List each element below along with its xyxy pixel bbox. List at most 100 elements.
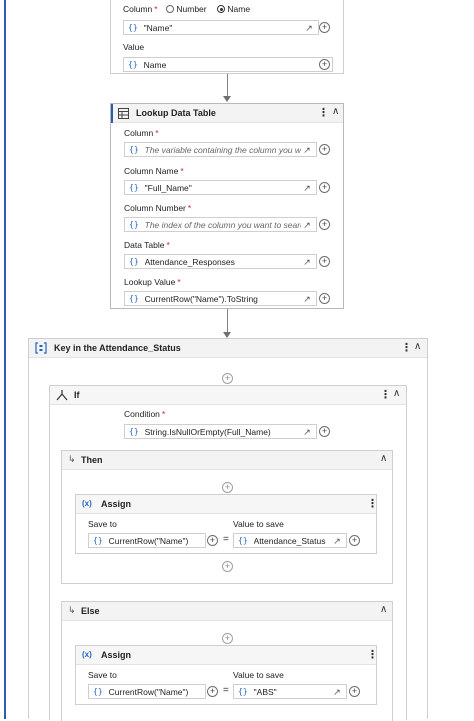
lookup-data-table-card[interactable]: Lookup Data Table ⋮ ∧ Column * {} The var…: [110, 103, 344, 309]
expand-editor-icon[interactable]: ↗: [301, 219, 313, 231]
data-table-field[interactable]: {} Attendance_Responses ↗: [124, 254, 317, 269]
connector-line: [227, 74, 228, 96]
column-number-field[interactable]: {} The index of the column you want to s…: [124, 217, 317, 232]
assign-title: Assign: [101, 499, 132, 509]
collapse-icon[interactable]: ∧: [414, 342, 421, 352]
value-to-save-label: Value to save: [233, 670, 284, 680]
more-options-icon[interactable]: ⋮: [367, 499, 378, 510]
radio-number-icon[interactable]: [166, 5, 174, 13]
expression-icon: {}: [93, 536, 103, 545]
expand-editor-icon[interactable]: ↗: [301, 256, 313, 268]
expand-editor-icon[interactable]: ↗: [301, 426, 313, 438]
add-activity-icon[interactable]: +: [222, 373, 233, 384]
left-rail: [4, 0, 6, 719]
column-field[interactable]: {} "Name" ↗: [123, 20, 319, 35]
save-to-field[interactable]: {} CurrentRow("Name"): [88, 684, 206, 699]
condition-field[interactable]: {} String.IsNullOrEmpty(Full_Name) ↗: [124, 424, 317, 439]
expand-editor-icon[interactable]: ↗: [301, 144, 313, 156]
connector-arrow-icon: [223, 96, 231, 102]
assign-title: Assign: [101, 650, 132, 660]
more-options-icon[interactable]: ⋮: [380, 390, 391, 401]
add-variable-icon[interactable]: +: [319, 293, 330, 304]
expand-editor-icon[interactable]: ↗: [331, 535, 343, 547]
expand-editor-icon[interactable]: ↗: [301, 182, 313, 194]
add-variable-icon[interactable]: +: [319, 59, 330, 70]
then-title: Then: [81, 455, 103, 465]
sequence-icon: [35, 342, 47, 354]
add-variable-icon[interactable]: +: [349, 535, 360, 546]
radio-number[interactable]: Number: [166, 4, 207, 14]
save-to-label: Save to: [88, 519, 117, 529]
more-options-icon[interactable]: ⋮: [367, 650, 378, 661]
assign-header[interactable]: (x) Assign ⋮: [76, 646, 378, 665]
expression-icon: {}: [238, 687, 248, 696]
collapse-icon[interactable]: ∧: [380, 605, 387, 615]
add-variable-icon[interactable]: +: [319, 426, 330, 437]
assign-variable-icon: (x): [82, 650, 92, 659]
assign-card[interactable]: (x) Assign ⋮ Save to Value to save {} Cu…: [75, 645, 378, 705]
if-card[interactable]: If ⋮ ∧ Condition * {} String.IsNullOrEmpt…: [49, 385, 407, 721]
add-activity-icon[interactable]: +: [222, 561, 233, 572]
expand-editor-icon[interactable]: ↗: [303, 22, 315, 34]
assign-variable-icon: (x): [82, 499, 92, 508]
else-header[interactable]: ↳ Else ∧: [62, 602, 392, 621]
lookup-value-field[interactable]: {} CurrentRow("Name").ToString ↗: [124, 291, 317, 306]
add-activity-icon[interactable]: +: [222, 482, 233, 493]
assign-header[interactable]: (x) Assign ⋮: [76, 495, 378, 514]
collapse-icon[interactable]: ∧: [380, 454, 387, 464]
expression-icon: {}: [129, 183, 139, 192]
value-to-save-field[interactable]: {} "ABS" ↗: [233, 684, 347, 699]
collapse-icon[interactable]: ∧: [393, 389, 400, 399]
add-variable-icon[interactable]: +: [319, 22, 330, 33]
expression-icon: {}: [238, 536, 248, 545]
else-branch[interactable]: ↳ Else ∧ + (x) Assign ⋮ Save to Value to…: [61, 601, 393, 721]
expression-icon: {}: [128, 60, 138, 69]
then-branch[interactable]: ↳ Then ∧ + (x) Assign ⋮ Save to Value to…: [61, 450, 393, 584]
expression-icon: {}: [129, 220, 139, 229]
expression-icon: {}: [129, 257, 139, 266]
collapse-icon[interactable]: ∧: [332, 107, 339, 117]
column-label: Column *: [123, 4, 158, 14]
more-options-icon[interactable]: ⋮: [401, 343, 412, 354]
add-variable-icon[interactable]: +: [349, 686, 360, 697]
more-options-icon[interactable]: ⋮: [318, 108, 329, 119]
column-field[interactable]: {} The variable containing the column yo…: [124, 142, 317, 157]
top-assign-card[interactable]: Column * Number Name {} "Name" ↗ + Value …: [110, 0, 344, 74]
add-variable-icon[interactable]: +: [207, 535, 218, 546]
save-to-field[interactable]: {} CurrentRow("Name"): [88, 533, 206, 548]
column-name-label: Column Name *: [124, 166, 184, 176]
sequence-header[interactable]: Key in the Attendance_Status ⋮ ∧: [29, 339, 427, 358]
expand-editor-icon[interactable]: ↗: [301, 293, 313, 305]
sequence-card[interactable]: Key in the Attendance_Status ⋮ ∧ + If ⋮ …: [28, 338, 428, 721]
radio-name-selected-icon[interactable]: [217, 5, 225, 13]
else-title: Else: [81, 606, 100, 616]
radio-name[interactable]: Name: [217, 4, 250, 14]
value-to-save-field[interactable]: {} Attendance_Status ↗: [233, 533, 347, 548]
add-activity-icon[interactable]: +: [222, 633, 233, 644]
column-name-field[interactable]: {} "Full_Name" ↗: [124, 180, 317, 195]
column-number-label: Column Number *: [124, 203, 192, 213]
add-variable-icon[interactable]: +: [207, 686, 218, 697]
then-header[interactable]: ↳ Then ∧: [62, 451, 392, 470]
sequence-title: Key in the Attendance_Status: [54, 343, 181, 353]
assign-card[interactable]: (x) Assign ⋮ Save to Value to save {} Cu…: [75, 494, 378, 554]
add-variable-icon[interactable]: +: [319, 256, 330, 267]
selection-accent: [111, 104, 113, 123]
if-header[interactable]: If ⋮ ∧: [50, 386, 406, 405]
lookup-title: Lookup Data Table: [136, 108, 216, 118]
expression-icon: {}: [129, 427, 139, 436]
lookup-header[interactable]: Lookup Data Table ⋮ ∧: [111, 104, 343, 123]
add-variable-icon[interactable]: +: [319, 219, 330, 230]
if-branch-icon: [56, 390, 68, 401]
equals-sign: =: [223, 534, 229, 545]
expression-icon: {}: [129, 294, 139, 303]
add-variable-icon[interactable]: +: [319, 182, 330, 193]
lookup-value-label: Lookup Value *: [124, 277, 181, 287]
data-table-label: Data Table *: [124, 240, 170, 250]
expand-editor-icon[interactable]: ↗: [331, 686, 343, 698]
connector-line: [227, 309, 228, 332]
save-to-label: Save to: [88, 670, 117, 680]
value-field[interactable]: {} Name: [123, 57, 333, 72]
add-variable-icon[interactable]: +: [319, 144, 330, 155]
condition-label: Condition *: [124, 409, 166, 419]
